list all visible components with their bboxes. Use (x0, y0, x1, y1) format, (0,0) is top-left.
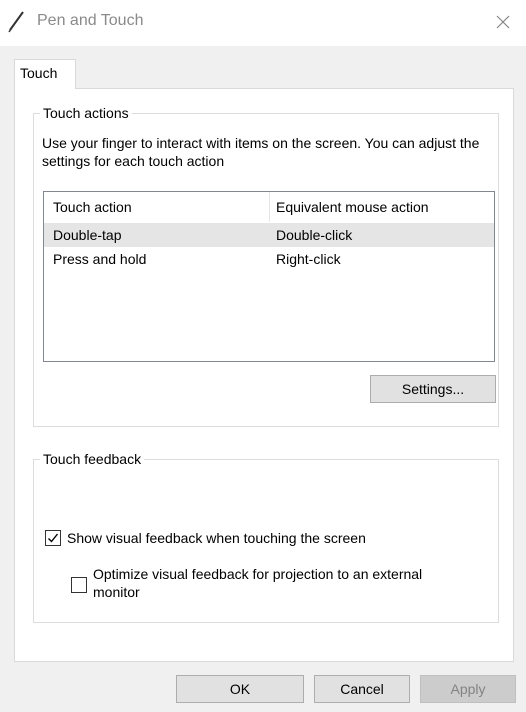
list-row-double-tap[interactable]: Double-tap Double-click (44, 223, 494, 247)
close-icon (495, 14, 511, 33)
show-visual-feedback-checkbox[interactable] (45, 530, 61, 546)
touch-actions-group: Touch actions Use your finger to interac… (33, 104, 499, 427)
window-title: Pen and Touch (37, 12, 144, 29)
touch-feedback-group: Touch feedback Show visual feedback when… (33, 450, 499, 623)
settings-button[interactable]: Settings... (370, 375, 496, 403)
row-mouse-action: Right-click (276, 251, 341, 267)
column-header-mouse-action[interactable]: Equivalent mouse action (270, 192, 494, 222)
optimize-projection-label-line1[interactable]: Optimize visual feedback for projection … (93, 565, 422, 583)
checkmark-icon (48, 533, 59, 543)
touch-actions-description: Use your finger to interact with items o… (42, 135, 480, 169)
touch-actions-legend: Touch actions (40, 104, 132, 122)
tab-touch-label: Touch (20, 65, 58, 81)
pen-icon (4, 8, 30, 34)
row-touch-action: Double-tap (53, 227, 122, 243)
touch-actions-list[interactable]: Touch action Equivalent mouse action Dou… (43, 191, 495, 362)
list-header: Touch action Equivalent mouse action (44, 192, 494, 222)
tab-touch[interactable]: Touch (14, 59, 76, 89)
column-header-touch-action[interactable]: Touch action (44, 192, 270, 222)
apply-button[interactable]: Apply (420, 675, 516, 703)
close-button[interactable] (480, 0, 526, 46)
tab-panel-touch: Touch actions Use your finger to interac… (14, 88, 514, 662)
row-touch-action: Press and hold (53, 251, 147, 267)
list-row-press-and-hold[interactable]: Press and hold Right-click (44, 247, 494, 271)
dialog-client-area: Touch Touch actions Use your finger to i… (0, 46, 526, 712)
touch-feedback-legend: Touch feedback (40, 450, 145, 468)
ok-button[interactable]: OK (176, 675, 304, 703)
title-bar: Pen and Touch (0, 0, 526, 46)
row-mouse-action: Double-click (276, 227, 353, 243)
cancel-button[interactable]: Cancel (314, 675, 410, 703)
optimize-projection-label-line2[interactable]: monitor (93, 583, 140, 601)
optimize-projection-checkbox[interactable] (71, 577, 87, 593)
show-visual-feedback-label[interactable]: Show visual feedback when touching the s… (67, 529, 366, 547)
